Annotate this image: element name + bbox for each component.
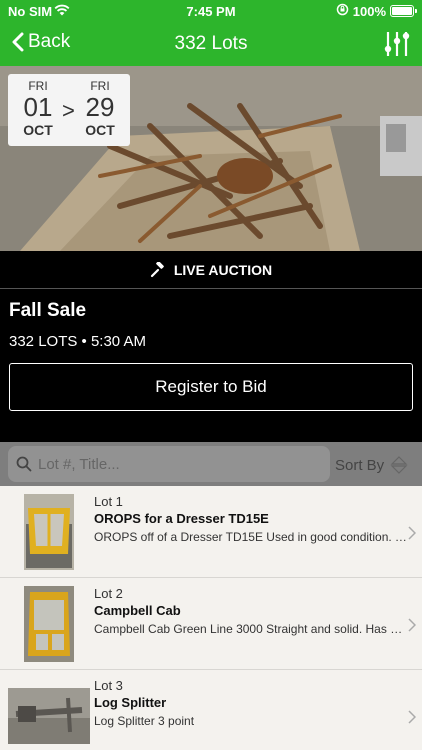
lot-item[interactable]: Lot 1 OROPS for a Dresser TD15E OROPS of… [0, 486, 422, 578]
lot-thumbnail [24, 586, 74, 662]
sale-title: Fall Sale [9, 300, 87, 321]
auction-cover-image: FRI 01 OCT > FRI 29 OCT [0, 66, 422, 251]
lot-description: Campbell Cab Green Line 3000 Straight an… [94, 622, 408, 636]
lot-number: Lot 2 [94, 586, 123, 601]
lot-item[interactable]: Lot 3 Log Splitter Log Splitter 3 point [0, 670, 422, 750]
filter-button[interactable] [384, 30, 410, 63]
auction-type-banner: LIVE AUCTION [0, 251, 422, 289]
chevron-right-icon [408, 526, 417, 543]
register-to-bid-button[interactable]: Register to Bid [9, 363, 413, 411]
lot-number: Lot 3 [94, 678, 123, 693]
date-range-card: FRI 01 OCT > FRI 29 OCT [8, 74, 130, 146]
search-bar: Sort By [0, 442, 422, 486]
sort-arrows-icon [390, 456, 408, 474]
sort-button[interactable]: Sort By [335, 455, 408, 475]
lot-thumbnail [24, 494, 74, 570]
end-day: 29 [85, 92, 115, 122]
navigation-bar: Back 332 Lots [0, 24, 422, 66]
start-day: 01 [23, 92, 53, 122]
start-day-of-week: FRI [28, 79, 48, 93]
end-date: FRI 29 OCT [76, 79, 124, 138]
chevron-right-icon [408, 710, 417, 727]
status-bar: No SIM 7:45 PM 100% [0, 0, 422, 24]
sort-label: Sort By [335, 456, 385, 474]
lot-list: Lot 1 OROPS for a Dresser TD15E OROPS of… [0, 486, 422, 750]
rotation-lock-icon [336, 3, 349, 19]
date-separator: > [62, 98, 75, 123]
battery-percent: 100% [352, 3, 386, 19]
gavel-icon [150, 261, 164, 277]
sale-info: Fall Sale 332 LOTS • 5:30 AM Register to… [0, 290, 422, 442]
end-month: OCT [85, 122, 115, 138]
sale-meta: 332 LOTS • 5:30 AM [9, 333, 146, 350]
lot-thumbnail [8, 688, 90, 744]
battery-icon [390, 5, 417, 17]
start-date: FRI 01 OCT [14, 79, 62, 138]
auction-type-label: LIVE AUCTION [173, 261, 273, 278]
lot-description: Log Splitter 3 point [94, 714, 195, 728]
end-day-of-week: FRI [90, 79, 110, 93]
search-icon [16, 456, 32, 472]
chevron-right-icon [408, 618, 417, 635]
lot-item[interactable]: Lot 2 Campbell Cab Campbell Cab Green Li… [0, 578, 422, 670]
lot-title: Campbell Cab [94, 603, 181, 618]
lot-title: OROPS for a Dresser TD15E [94, 511, 269, 526]
lot-number: Lot 1 [94, 494, 123, 509]
start-month: OCT [23, 122, 53, 138]
lot-description: OROPS off of a Dresser TD15E Used in goo… [94, 530, 408, 544]
sliders-icon [384, 32, 410, 56]
search-field[interactable] [8, 446, 330, 482]
lot-title: Log Splitter [94, 695, 167, 710]
search-input[interactable] [38, 455, 308, 473]
page-title: 332 Lots [174, 33, 248, 54]
